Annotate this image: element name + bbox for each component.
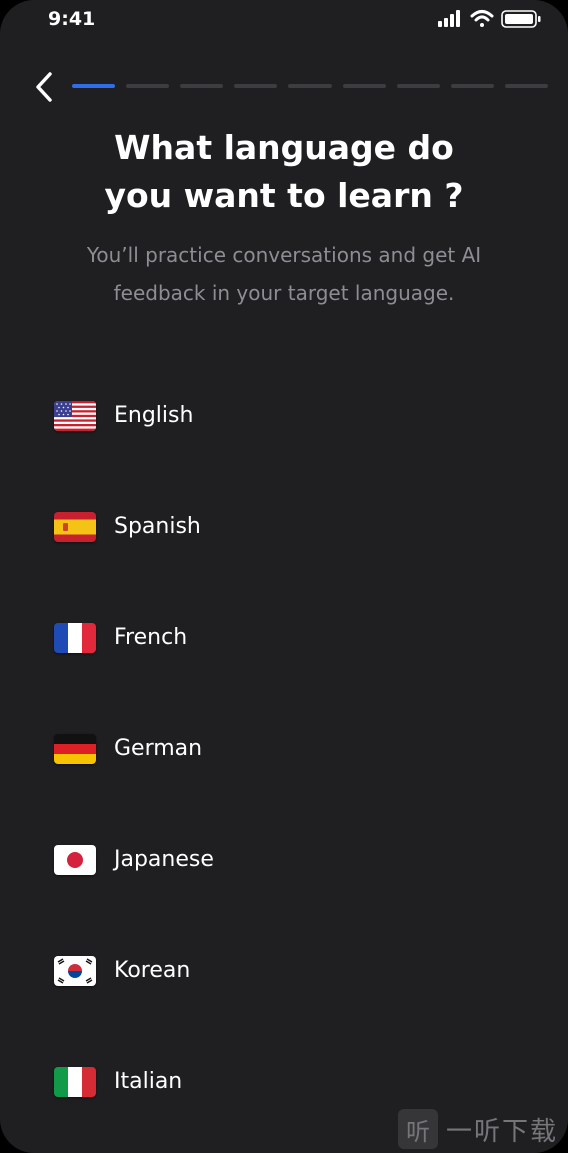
subtitle-line-2: feedback in your target language.	[113, 281, 455, 305]
watermark-text: 一听下载	[445, 1116, 558, 1147]
language-label: German	[114, 736, 203, 761]
battery-icon	[501, 10, 541, 28]
france-flag-icon	[54, 622, 96, 653]
back-button[interactable]	[30, 70, 58, 104]
status-icons	[438, 8, 548, 30]
progress-segment	[288, 84, 332, 88]
language-label: Korean	[114, 958, 191, 983]
status-time: 9:41	[48, 8, 96, 30]
italy-flag-icon	[54, 1066, 96, 1097]
nav-bar	[0, 68, 568, 104]
progress-segment	[396, 84, 440, 88]
progress-segment	[504, 84, 548, 88]
korea-flag-icon	[54, 955, 96, 986]
language-list: English Spanish French German Japanese K…	[0, 360, 568, 1137]
spain-flag-icon	[54, 511, 96, 542]
page-subtitle: You’ll practice conversations and get AI…	[50, 236, 518, 312]
title-line-1: What language do	[114, 128, 454, 167]
wifi-icon	[470, 10, 494, 27]
signal-icon	[438, 10, 460, 27]
language-label: Italian	[114, 1069, 183, 1094]
watermark: 听 一听下载	[397, 1109, 558, 1149]
progress-segment	[72, 84, 116, 88]
language-option-japanese[interactable]: Japanese	[0, 804, 568, 915]
language-option-english[interactable]: English	[0, 360, 568, 471]
language-option-spanish[interactable]: Spanish	[0, 471, 568, 582]
status-bar: 9:41	[0, 0, 568, 44]
language-label: Spanish	[114, 514, 201, 539]
language-label: English	[114, 403, 194, 428]
watermark-logo: 听	[397, 1109, 438, 1149]
progress-segment	[180, 84, 224, 88]
page-title: What language do you want to learn ?	[40, 124, 528, 220]
us-flag-icon	[54, 400, 96, 431]
germany-flag-icon	[54, 733, 96, 764]
progress-segment	[126, 84, 170, 88]
chevron-left-icon	[36, 72, 52, 102]
subtitle-line-1: You’ll practice conversations and get AI	[86, 243, 482, 267]
language-label: Japanese	[114, 847, 214, 872]
progress-segment	[450, 84, 494, 88]
language-option-korean[interactable]: Korean	[0, 915, 568, 1026]
progress-segment	[234, 84, 278, 88]
title-line-2: you want to learn ?	[104, 176, 464, 215]
phone-screen: 9:41 What language do you want to learn …	[0, 0, 568, 1153]
language-option-french[interactable]: French	[0, 582, 568, 693]
progress-segment	[342, 84, 386, 88]
japan-flag-icon	[54, 844, 96, 875]
progress-indicator	[72, 84, 548, 88]
language-option-german[interactable]: German	[0, 693, 568, 804]
language-label: French	[114, 625, 188, 650]
